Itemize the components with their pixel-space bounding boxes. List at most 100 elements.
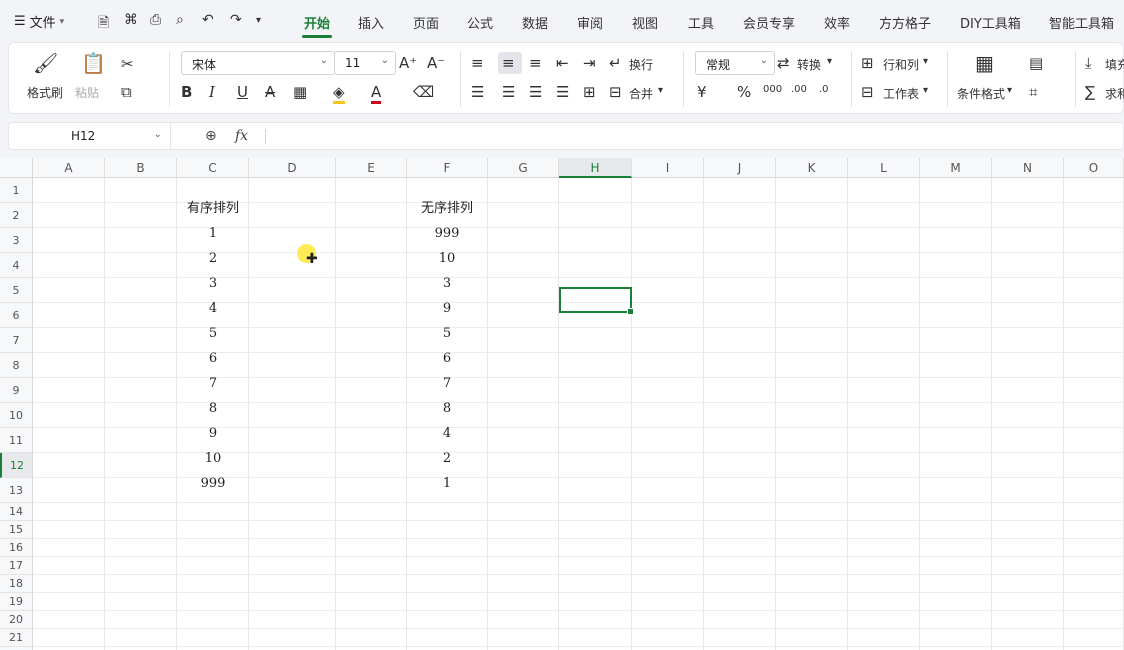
worksheet-icon[interactable]: ⊟ <box>861 83 874 101</box>
row-header-15[interactable]: 15 <box>0 521 33 539</box>
fx-icon[interactable]: fx <box>235 128 248 144</box>
row-header-19[interactable]: 19 <box>0 593 33 611</box>
column-header-D[interactable]: D <box>249 158 336 178</box>
strikethrough-icon[interactable]: A <box>265 83 275 101</box>
cell-C10[interactable]: 8 <box>177 396 249 421</box>
cell-C12[interactable]: 10 <box>177 446 249 471</box>
tab-member[interactable]: 会员专享 <box>743 13 795 32</box>
tab-fangfang[interactable]: 方方格子 <box>879 13 931 32</box>
print-icon[interactable]: ⎙ <box>150 12 161 28</box>
font-name-select[interactable]: 宋体 ⌄ <box>181 51 335 75</box>
column-header-E[interactable]: E <box>336 158 407 178</box>
underline-icon[interactable]: U <box>237 83 248 101</box>
table-border-icon[interactable]: ⌗ <box>1029 83 1037 101</box>
worksheet-button[interactable]: 工作表 <box>883 85 919 102</box>
column-header-F[interactable]: F <box>407 158 488 178</box>
chevron-down-icon[interactable]: ▾ <box>923 56 928 67</box>
cell-F12[interactable]: 2 <box>407 446 487 471</box>
tab-efficiency[interactable]: 效率 <box>824 13 850 32</box>
decrease-font-icon[interactable]: A⁻ <box>427 54 445 72</box>
cell-F13[interactable]: 1 <box>407 471 487 496</box>
tab-smart-toolbox[interactable]: 智能工具箱 <box>1049 13 1114 32</box>
thousands-separator-icon[interactable]: 000 <box>763 84 782 95</box>
row-header-9[interactable]: 9 <box>0 378 33 403</box>
cell-F10[interactable]: 8 <box>407 396 487 421</box>
increase-indent-icon[interactable]: ⇥ <box>583 54 596 72</box>
cell-C2[interactable]: 有序排列 <box>177 196 249 221</box>
cell-C4[interactable]: 2 <box>177 246 249 271</box>
cell-C5[interactable]: 3 <box>177 271 249 296</box>
sum-button[interactable]: 求和 <box>1105 85 1124 102</box>
select-all-corner[interactable] <box>0 158 33 178</box>
percent-icon[interactable]: % <box>737 83 751 101</box>
column-header-L[interactable]: L <box>848 158 920 178</box>
row-header-7[interactable]: 7 <box>0 328 33 353</box>
tab-insert[interactable]: 插入 <box>358 13 384 32</box>
justify-icon[interactable]: ☰ <box>556 83 569 101</box>
conditional-format-button[interactable]: 条件格式 <box>957 85 1005 102</box>
row-header-14[interactable]: 14 <box>0 503 33 521</box>
column-header-J[interactable]: J <box>704 158 776 178</box>
row-header-21[interactable]: 21 <box>0 629 33 647</box>
column-header-B[interactable]: B <box>105 158 177 178</box>
cell-C8[interactable]: 6 <box>177 346 249 371</box>
cell-F4[interactable]: 10 <box>407 246 487 271</box>
cell-F7[interactable]: 5 <box>407 321 487 346</box>
column-header-M[interactable]: M <box>920 158 992 178</box>
quick-access-more-icon[interactable]: ▾ <box>256 15 261 26</box>
spreadsheet-grid[interactable]: ABCDEFGHIJKLMNO 1 2 3 4 5 6 7 8 9 10 11 12 13 14 15 16 1… <box>0 158 1124 650</box>
paste-button[interactable]: 粘贴 <box>75 84 99 101</box>
tab-start[interactable]: 开始 <box>301 13 333 38</box>
cell-F5[interactable]: 3 <box>407 271 487 296</box>
row-header-8[interactable]: 8 <box>0 353 33 378</box>
tab-page[interactable]: 页面 <box>413 13 439 32</box>
row-col-button[interactable]: 行和列 <box>883 56 919 73</box>
chevron-down-icon[interactable]: ▾ <box>923 85 928 96</box>
cell-C11[interactable]: 9 <box>177 421 249 446</box>
decrease-indent-icon[interactable]: ⇤ <box>556 54 569 72</box>
cell-F8[interactable]: 6 <box>407 346 487 371</box>
row-header-17[interactable]: 17 <box>0 557 33 575</box>
format-painter-button[interactable]: 格式刷 <box>27 84 63 101</box>
cell-F2[interactable]: 无序排列 <box>407 196 487 221</box>
italic-icon[interactable]: I <box>209 83 215 101</box>
chevron-down-icon[interactable]: ▾ <box>827 56 832 67</box>
cut-icon[interactable]: ✂ <box>121 55 134 73</box>
row-header-12[interactable]: 12 <box>0 453 33 478</box>
format-painter-icon[interactable]: 🖌 <box>33 51 58 75</box>
row-header-3[interactable]: 3 <box>0 228 33 253</box>
tab-review[interactable]: 审阅 <box>577 13 603 32</box>
conditional-format-icon[interactable]: ▦ <box>975 51 994 75</box>
convert-icon[interactable]: ⇄ <box>777 54 790 72</box>
row-header-18[interactable]: 18 <box>0 575 33 593</box>
align-middle-icon[interactable]: ≡ <box>502 54 515 72</box>
decrease-decimal-icon[interactable]: .0 <box>819 84 829 95</box>
cell-F3[interactable]: 999 <box>407 221 487 246</box>
column-header-A[interactable]: A <box>33 158 105 178</box>
align-top-icon[interactable]: ≡ <box>471 54 484 72</box>
convert-button[interactable]: 转换 <box>797 56 821 73</box>
cell-C3[interactable]: 1 <box>177 221 249 246</box>
tab-data[interactable]: 数据 <box>522 13 548 32</box>
cell-F6[interactable]: 9 <box>407 296 487 321</box>
border-icon[interactable]: ▦ <box>293 83 307 101</box>
fill-button[interactable]: 填充 <box>1105 56 1124 73</box>
align-bottom-icon[interactable]: ≡ <box>529 54 542 72</box>
column-header-I[interactable]: I <box>632 158 704 178</box>
currency-icon[interactable]: ¥ <box>697 83 707 101</box>
column-header-G[interactable]: G <box>488 158 559 178</box>
row-header-2[interactable]: 2 <box>0 203 33 228</box>
cell-style-icon[interactable]: ▤ <box>1029 54 1043 72</box>
save-icon[interactable]: 🗎 <box>98 12 109 36</box>
row-header-4[interactable]: 4 <box>0 253 33 278</box>
merge-button[interactable]: 合并 <box>629 85 653 102</box>
copy-icon[interactable]: ⧉ <box>121 83 132 101</box>
name-box[interactable]: H12 ⌄ <box>9 123 171 149</box>
chevron-down-icon[interactable]: ▾ <box>1007 85 1012 96</box>
tab-diy-toolbox[interactable]: DIY工具箱 <box>960 13 1021 32</box>
selected-cell-H12[interactable] <box>559 287 634 315</box>
column-header-K[interactable]: K <box>776 158 848 178</box>
align-center-icon[interactable]: ☰ <box>502 83 515 101</box>
bold-icon[interactable]: B <box>181 83 192 101</box>
redo-icon[interactable]: ↷ <box>230 12 242 28</box>
